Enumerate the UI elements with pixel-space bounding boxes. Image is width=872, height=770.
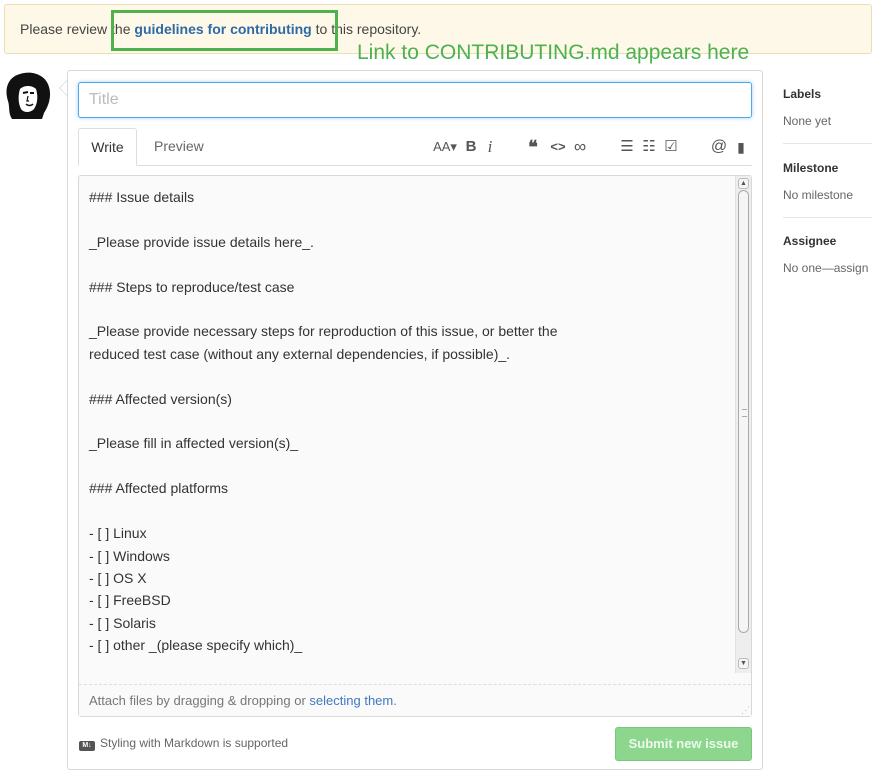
task-list-icon[interactable]: ☑	[662, 138, 680, 156]
title-input[interactable]	[78, 82, 752, 118]
link-icon[interactable]: ∞	[571, 138, 589, 156]
sidebar-divider	[783, 217, 872, 218]
annotation-highlight-box	[111, 10, 338, 51]
resize-handle-icon[interactable]: ⋰	[741, 706, 750, 715]
attach-prefix: Attach files by dragging & dropping or	[89, 693, 310, 708]
tab-write[interactable]: Write	[78, 128, 137, 166]
scroll-thumb[interactable]	[738, 190, 749, 633]
comment-body-textarea[interactable]: ### Issue details _Please provide issue …	[78, 175, 752, 717]
panel-caret-inner	[60, 81, 67, 95]
numbered-list-icon[interactable]: ☷	[641, 138, 657, 156]
sidebar-milestone[interactable]: Milestone No milestone	[783, 161, 872, 202]
scroll-down-icon[interactable]: ▼	[738, 658, 749, 669]
milestone-heading[interactable]: Milestone	[783, 161, 872, 175]
text-size-icon[interactable]: AA▾	[431, 138, 459, 156]
labels-value: None yet	[783, 114, 832, 128]
sidebar-divider	[783, 143, 872, 144]
sidebar-labels[interactable]: Labels None yet	[783, 87, 872, 128]
markdown-note-text[interactable]: Styling with Markdown is supported	[100, 736, 288, 750]
code-icon[interactable]: <>	[549, 138, 567, 156]
scroll-grip-icon	[742, 409, 747, 417]
milestone-value: No milestone	[783, 188, 854, 202]
markdown-icon: M↓	[79, 741, 95, 751]
scroll-up-icon[interactable]: ▲	[738, 178, 749, 189]
assignee-value[interactable]: No one—assign yourself	[783, 261, 872, 275]
annotation-text: Link to CONTRIBUTING.md appears here	[357, 41, 750, 64]
mention-icon[interactable]: @	[710, 138, 728, 156]
tab-preview[interactable]: Preview	[142, 128, 216, 166]
labels-heading[interactable]: Labels	[783, 87, 872, 101]
select-files-link[interactable]: selecting them	[309, 693, 393, 708]
italic-icon[interactable]: i	[484, 138, 496, 156]
assignee-heading[interactable]: Assignee	[783, 234, 872, 248]
comment-body-text[interactable]: ### Issue details _Please provide issue …	[89, 186, 734, 657]
attach-suffix: .	[393, 693, 397, 708]
attach-files-bar[interactable]: Attach files by dragging & dropping or s…	[79, 684, 751, 716]
avatar[interactable]	[2, 71, 52, 121]
saved-reply-icon[interactable]: ▮	[734, 138, 748, 156]
sidebar-assignee[interactable]: Assignee No one—assign yourself	[783, 234, 872, 275]
submit-issue-button[interactable]: Submit new issue	[615, 727, 752, 761]
bold-icon[interactable]: B	[464, 138, 478, 156]
markdown-note[interactable]: M↓ Styling with Markdown is supported	[79, 736, 288, 751]
bullet-list-icon[interactable]: ☰	[619, 138, 635, 156]
quote-icon[interactable]: ❝	[524, 138, 542, 156]
avatar-image	[2, 71, 52, 121]
editor-scrollbar[interactable]: ▲ ▼	[735, 176, 751, 673]
